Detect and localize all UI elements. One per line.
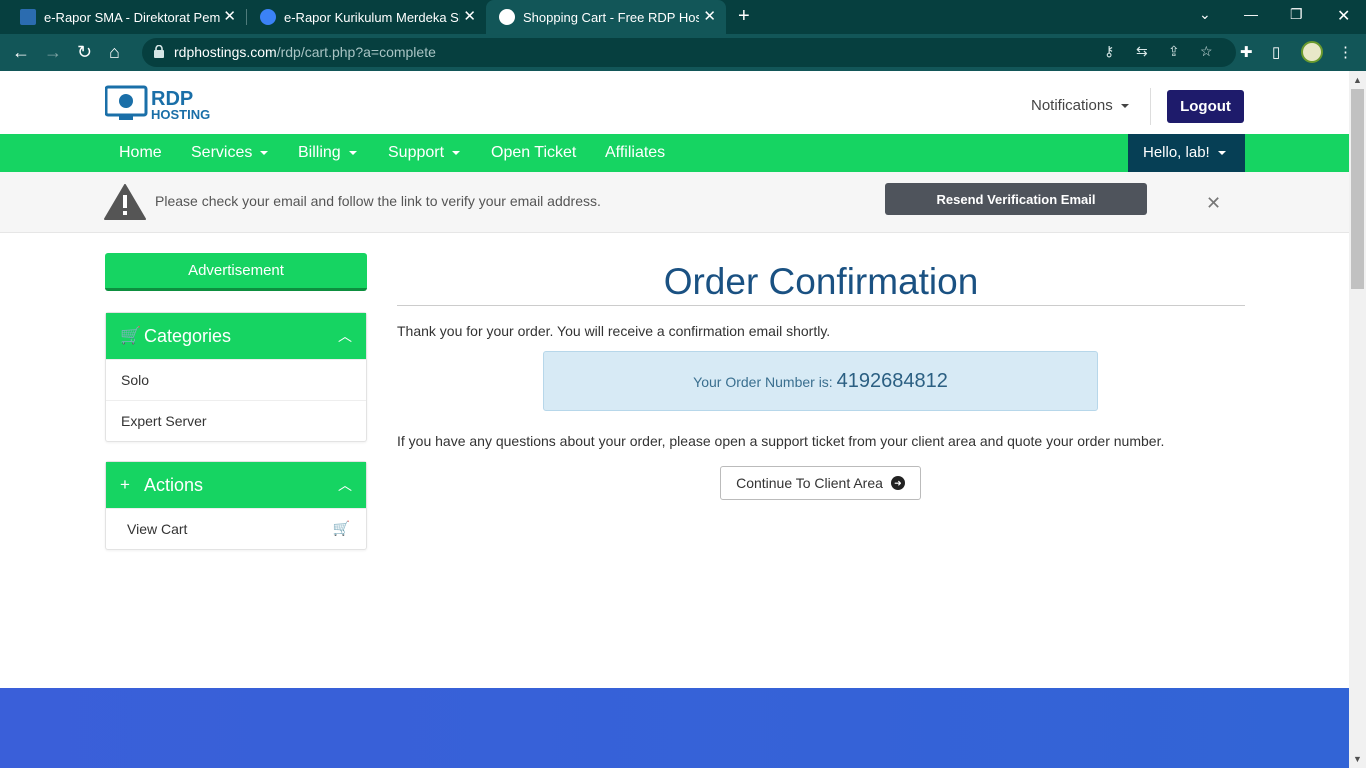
chevron-up-icon[interactable]: ︿ <box>338 326 352 346</box>
nav-home[interactable]: Home <box>119 144 162 162</box>
close-tab-icon[interactable]: ✕ <box>463 9 476 25</box>
extensions-icon[interactable]: ✚ <box>1240 43 1253 61</box>
scroll-up-icon[interactable]: ▲ <box>1353 75 1362 85</box>
scrollbar-thumb[interactable] <box>1351 89 1364 289</box>
caret-down-icon <box>348 150 357 155</box>
cart-icon: 🛒 <box>332 520 350 536</box>
questions-text: If you have any questions about your ord… <box>397 433 1165 449</box>
close-window-icon[interactable]: ✕ <box>1337 6 1350 26</box>
verification-message: Please check your email and follow the l… <box>155 193 601 209</box>
plus-icon: + <box>120 475 130 494</box>
browser-tab-bar: e-Rapor SMA - Direktorat Pembin ✕ e-Rapo… <box>0 0 1366 34</box>
tab-title: e-Rapor SMA - Direktorat Pembin <box>44 9 220 25</box>
close-icon[interactable]: ✕ <box>1206 193 1221 214</box>
category-item-solo[interactable]: Solo <box>106 359 366 400</box>
user-menu-dropdown[interactable]: Hello, lab! <box>1128 134 1245 172</box>
browser-tab-erapor-sma[interactable]: e-Rapor SMA - Direktorat Pembin ✕ <box>0 0 246 34</box>
url-text: rdphostings.com/rdp/cart.php?a=complete <box>174 44 436 60</box>
address-bar[interactable]: rdphostings.com/rdp/cart.php?a=complete … <box>142 38 1236 67</box>
page-scrollbar[interactable]: ▲ ▼ <box>1349 71 1366 768</box>
new-tab-icon[interactable]: + <box>738 6 750 26</box>
nav-support[interactable]: Support <box>388 144 461 162</box>
actions-panel: + Actions ︿ View Cart 🛒 <box>105 461 367 550</box>
order-number: 4192684812 <box>836 370 948 392</box>
browser-tab-shopping-cart[interactable]: Shopping Cart - Free RDP Hostin ✕ <box>486 0 726 34</box>
category-item-expert-server[interactable]: Expert Server <box>106 400 366 441</box>
nav-services[interactable]: Services <box>191 144 269 162</box>
caret-down-icon <box>260 150 269 155</box>
caret-down-icon <box>1217 151 1226 156</box>
shopping-cart-icon: 🛒 <box>120 326 142 345</box>
resend-verification-button[interactable]: Resend Verification Email <box>885 183 1147 215</box>
caret-down-icon <box>452 150 461 155</box>
action-view-cart[interactable]: View Cart 🛒 <box>106 508 366 549</box>
share-icon[interactable]: ⇪ <box>1168 43 1180 60</box>
site-favicon-icon <box>20 9 36 25</box>
reload-icon[interactable]: ↻ <box>77 42 92 62</box>
logout-button[interactable]: Logout <box>1167 90 1244 123</box>
categories-panel: 🛒 Categories ︿ Solo Expert Server <box>105 312 367 442</box>
restore-icon[interactable]: ❐ <box>1290 6 1303 23</box>
web-page: RDP HOSTING Notifications Logout Home Se… <box>0 71 1349 768</box>
notifications-dropdown[interactable]: Notifications <box>1031 97 1129 114</box>
browser-tab-erapor-merdeka[interactable]: e-Rapor Kurikulum Merdeka SMA ✕ <box>240 0 486 34</box>
bookmark-star-icon[interactable]: ☆ <box>1200 43 1213 60</box>
page-footer <box>0 688 1349 768</box>
main-navigation: Home Services Billing Support Open Ticke… <box>0 134 1349 172</box>
advertisement-button[interactable]: Advertisement <box>105 253 367 291</box>
svg-text:HOSTING: HOSTING <box>151 107 210 122</box>
nav-open-ticket[interactable]: Open Ticket <box>491 144 576 162</box>
page-title: Order Confirmation <box>663 261 979 302</box>
forward-icon[interactable]: → <box>44 42 62 62</box>
caret-down-icon <box>1120 104 1129 109</box>
chevron-up-icon[interactable]: ︿ <box>338 475 352 495</box>
tab-title: Shopping Cart - Free RDP Hostin <box>523 9 699 25</box>
key-icon[interactable]: ⚷ <box>1104 43 1114 60</box>
close-tab-icon[interactable]: ✕ <box>703 9 716 25</box>
tab-search-icon[interactable]: ⌄ <box>1199 6 1211 23</box>
warning-icon <box>104 184 146 220</box>
nav-affiliates[interactable]: Affiliates <box>605 144 665 162</box>
categories-header[interactable]: 🛒 Categories ︿ <box>106 313 366 359</box>
order-number-box: Your Order Number is: 4192684812 <box>543 351 1098 411</box>
close-tab-icon[interactable]: ✕ <box>223 9 236 25</box>
browser-menu-icon[interactable]: ⋮ <box>1338 43 1353 61</box>
minimize-icon[interactable]: — <box>1244 6 1258 22</box>
lock-icon <box>154 45 164 58</box>
scroll-down-icon[interactable]: ▼ <box>1353 754 1362 764</box>
side-panel-icon[interactable]: ▯ <box>1272 43 1280 61</box>
rdp-hosting-logo[interactable]: RDP HOSTING <box>105 83 230 123</box>
tab-title: e-Rapor Kurikulum Merdeka SMA <box>284 9 460 25</box>
site-favicon-icon <box>260 9 276 25</box>
browser-toolbar: ← → ↻ ⌂ rdphostings.com/rdp/cart.php?a=c… <box>0 34 1366 71</box>
home-icon[interactable]: ⌂ <box>109 42 120 62</box>
globe-icon <box>499 9 515 25</box>
thank-you-text: Thank you for your order. You will recei… <box>397 323 831 339</box>
back-icon[interactable]: ← <box>12 42 30 62</box>
translate-icon[interactable]: ⇆ <box>1136 43 1148 60</box>
continue-to-client-area-button[interactable]: Continue To Client Area ➜ <box>720 466 921 500</box>
arrow-right-icon: ➜ <box>890 476 905 490</box>
actions-header[interactable]: + Actions ︿ <box>106 462 366 508</box>
nav-billing[interactable]: Billing <box>298 144 357 162</box>
email-verification-bar: Please check your email and follow the l… <box>0 172 1349 233</box>
profile-avatar[interactable] <box>1301 41 1323 63</box>
